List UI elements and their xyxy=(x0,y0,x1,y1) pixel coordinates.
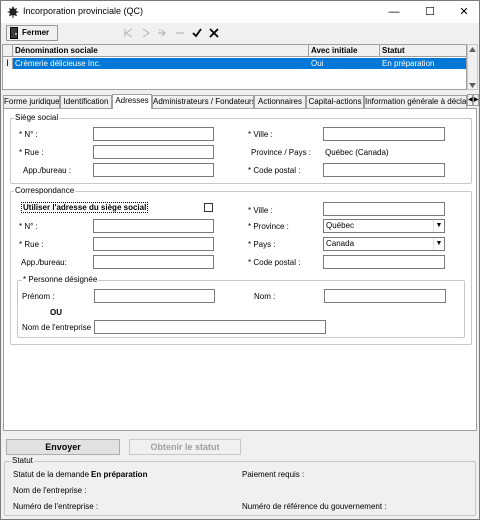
door-icon xyxy=(10,27,18,39)
corr-pays-value: Canada xyxy=(326,239,355,248)
column-header-status[interactable]: Statut xyxy=(380,45,466,57)
gov-reference-label: Numéro de référence du gouvernement : xyxy=(242,502,387,511)
tab-scroll: ◀ ▶ xyxy=(467,94,479,106)
fermer-label: Fermer xyxy=(22,28,50,37)
main-window: Incorporation provinciale (QC) — ☐ ✕ Fer… xyxy=(0,0,480,520)
chevron-down-icon[interactable]: ▼ xyxy=(433,220,444,232)
siege-postal-label: * Code postal : xyxy=(248,166,301,175)
siege-no-label: * N° : xyxy=(19,130,38,139)
corr-ville-label: * Ville : xyxy=(248,206,273,215)
tab-right-icon[interactable]: ▶ xyxy=(473,94,479,106)
correspondance-group: Correspondance Utiliser l'adresse du siè… xyxy=(10,186,472,345)
scroll-up-icon[interactable] xyxy=(469,47,476,52)
request-status-label: Statut de la demande : xyxy=(13,470,94,479)
envoyer-button[interactable]: Envoyer xyxy=(6,439,120,455)
cell-status[interactable]: En préparation xyxy=(380,58,466,69)
company-grid[interactable]: Dénomination sociale Avec initiale Statu… xyxy=(2,44,467,90)
corr-pays-label: * Pays : xyxy=(248,240,276,249)
corr-province-select[interactable]: Québec ▼ xyxy=(323,219,445,233)
siege-postal-input[interactable] xyxy=(323,163,445,177)
correspondance-legend: Correspondance xyxy=(14,186,76,195)
personne-designee-group: * Personne désignée Prénom : Nom : OU No… xyxy=(17,275,465,338)
chevron-down-icon[interactable]: ▼ xyxy=(433,238,444,250)
use-siege-checkbox[interactable] xyxy=(204,203,213,212)
cell-name[interactable]: Crèmerie délicieuse Inc. xyxy=(13,58,309,69)
tab-administrateurs[interactable]: Administrateurs / Fondateurs xyxy=(152,95,254,108)
cancel-icon[interactable] xyxy=(208,26,220,40)
corr-app-label: App./bureau: xyxy=(21,258,67,267)
obtenir-statut-button[interactable]: Obtenir le statut xyxy=(129,439,241,455)
entreprise-label: Nom de l'entreprise : xyxy=(22,323,96,332)
first-icon[interactable] xyxy=(122,26,134,40)
app-logo-icon xyxy=(7,6,19,18)
nom-input[interactable] xyxy=(324,289,446,303)
window-title: Incorporation provinciale (QC) xyxy=(23,6,144,16)
statut-group: Statut Statut de la demande : En prépara… xyxy=(4,456,476,516)
siege-social-group: Siège social * N° : * Rue : App./bureau … xyxy=(10,113,472,184)
fermer-button[interactable]: Fermer xyxy=(6,25,58,41)
corr-province-value: Québec xyxy=(326,221,355,230)
column-header-initial[interactable]: Avec initiale xyxy=(309,45,380,57)
grid-corner xyxy=(3,45,13,57)
nom-label: Nom : xyxy=(254,292,276,301)
corr-rue-input[interactable] xyxy=(93,237,214,251)
tab-information-generale[interactable]: Information générale à déclarer xyxy=(364,95,467,108)
tab-identification[interactable]: Identification xyxy=(60,95,112,108)
last-icon[interactable] xyxy=(174,26,186,40)
siege-province-label: Province / Pays : xyxy=(251,148,312,157)
payment-required-label: Paiement requis : xyxy=(242,470,305,479)
title-bar: Incorporation provinciale (QC) — ☐ ✕ xyxy=(1,1,479,23)
siege-rue-label: * Rue : xyxy=(19,148,44,157)
row-indicator: I xyxy=(3,58,13,69)
corr-pays-select[interactable]: Canada ▼ xyxy=(323,237,445,251)
use-siege-label[interactable]: Utiliser l'adresse du siège social xyxy=(21,202,149,213)
corr-no-label: * N° : xyxy=(19,222,38,231)
tab-capital-actions[interactable]: Capital-actions xyxy=(306,95,364,108)
column-header-name[interactable]: Dénomination sociale xyxy=(13,45,309,57)
siege-province-value: Québec (Canada) xyxy=(325,148,389,157)
tab-strip: Forme juridique Identification Adresses … xyxy=(3,94,467,109)
corr-rue-label: * Rue : xyxy=(19,240,44,249)
scroll-down-icon[interactable] xyxy=(469,83,476,88)
siege-app-input[interactable] xyxy=(93,163,214,177)
or-label: OU xyxy=(50,308,62,317)
siege-ville-label: * Ville : xyxy=(248,130,273,139)
next-icon[interactable] xyxy=(156,26,168,40)
request-status-value: En préparation xyxy=(91,470,148,479)
company-number-label: Numéro de l'entreprise : xyxy=(13,502,99,511)
corr-province-label: * Province : xyxy=(248,222,289,231)
corr-postal-input[interactable] xyxy=(323,255,445,269)
minimize-button[interactable]: — xyxy=(377,1,411,23)
prev-icon[interactable] xyxy=(140,26,152,40)
tab-actionnaires[interactable]: Actionnaires xyxy=(254,95,306,108)
personne-designee-legend: * Personne désignée xyxy=(22,275,99,284)
corr-ville-input[interactable] xyxy=(323,202,445,216)
tab-forme-juridique[interactable]: Forme juridique xyxy=(3,95,60,108)
prenom-input[interactable] xyxy=(94,289,215,303)
close-window-button[interactable]: ✕ xyxy=(447,1,480,23)
cell-initial[interactable]: Oui xyxy=(309,58,380,69)
tab-adresses[interactable]: Adresses xyxy=(112,94,152,109)
entreprise-input[interactable] xyxy=(94,320,326,334)
company-name-label: Nom de l'entreprise : xyxy=(13,486,87,495)
prenom-label: Prénom : xyxy=(22,292,55,301)
check-icon[interactable] xyxy=(191,26,203,40)
siege-ville-input[interactable] xyxy=(323,127,445,141)
siege-no-input[interactable] xyxy=(93,127,214,141)
table-row[interactable]: I Crèmerie délicieuse Inc. Oui En prépar… xyxy=(3,58,466,69)
grid-scrollbar[interactable] xyxy=(467,44,478,90)
corr-app-input[interactable] xyxy=(93,255,214,269)
corr-no-input[interactable] xyxy=(93,219,214,233)
siege-social-legend: Siège social xyxy=(14,113,60,122)
corr-postal-label: * Code postal : xyxy=(248,258,301,267)
siege-app-label: App./bureau : xyxy=(23,166,72,175)
maximize-button[interactable]: ☐ xyxy=(413,1,447,23)
grid-header: Dénomination sociale Avec initiale Statu… xyxy=(3,45,466,57)
statut-legend: Statut xyxy=(11,456,34,465)
siege-rue-input[interactable] xyxy=(93,145,214,159)
toolbar: Fermer xyxy=(1,23,479,43)
adresses-panel: Siège social * N° : * Rue : App./bureau … xyxy=(3,108,477,431)
